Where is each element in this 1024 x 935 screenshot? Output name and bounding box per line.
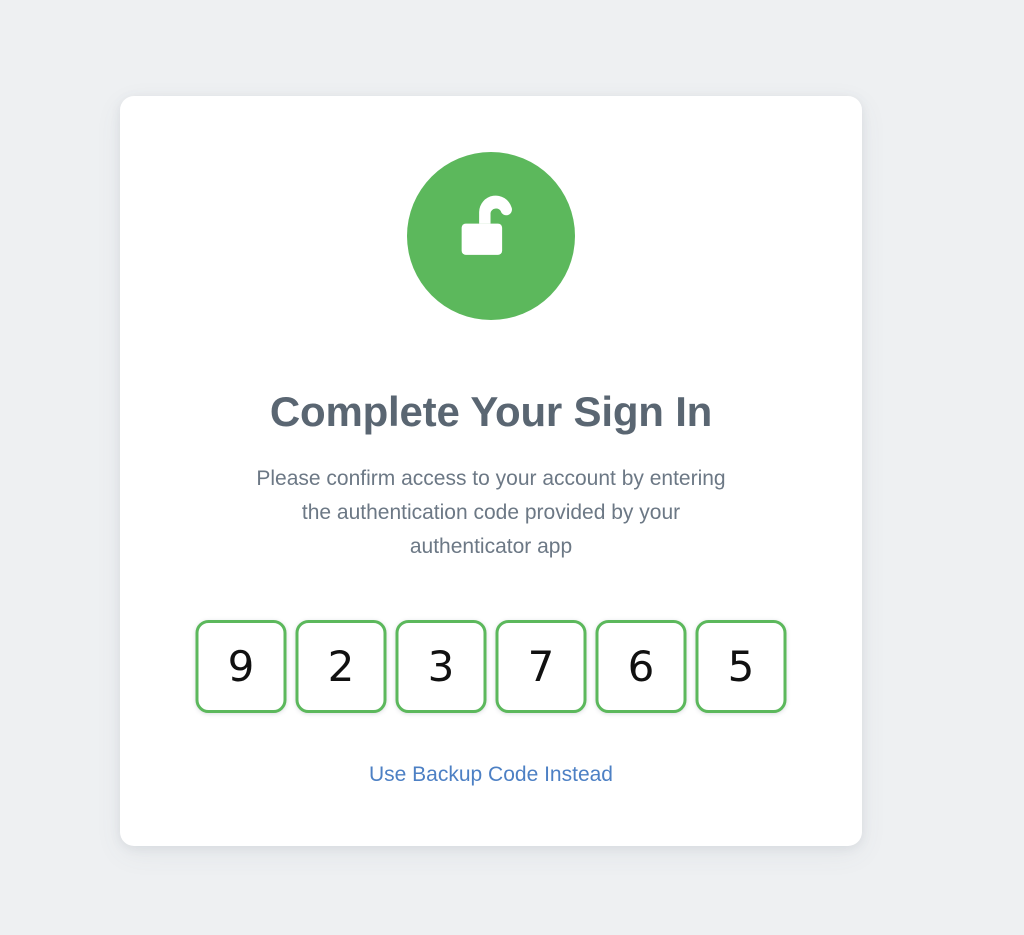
otp-digit-3[interactable]: 3 bbox=[395, 620, 487, 713]
two-factor-auth-card: Complete Your Sign In Please confirm acc… bbox=[120, 96, 862, 846]
otp-digit-4[interactable]: 7 bbox=[495, 620, 587, 713]
open-padlock-badge bbox=[407, 152, 575, 320]
page-subtitle: Please confirm access to your account by… bbox=[256, 467, 726, 558]
otp-digit-1[interactable]: 9 bbox=[195, 620, 287, 713]
otp-code-input-group[interactable]: 9 2 3 7 6 5 bbox=[195, 620, 787, 713]
open-padlock-icon bbox=[461, 195, 512, 255]
use-backup-code-link[interactable]: Use Backup Code Instead bbox=[120, 761, 862, 789]
auth-page: Complete Your Sign In Please confirm acc… bbox=[0, 0, 1024, 935]
otp-digit-6[interactable]: 5 bbox=[695, 620, 787, 713]
otp-digit-5[interactable]: 6 bbox=[595, 620, 687, 713]
page-title: Complete Your Sign In bbox=[269, 388, 713, 435]
otp-digit-2[interactable]: 2 bbox=[295, 620, 387, 713]
